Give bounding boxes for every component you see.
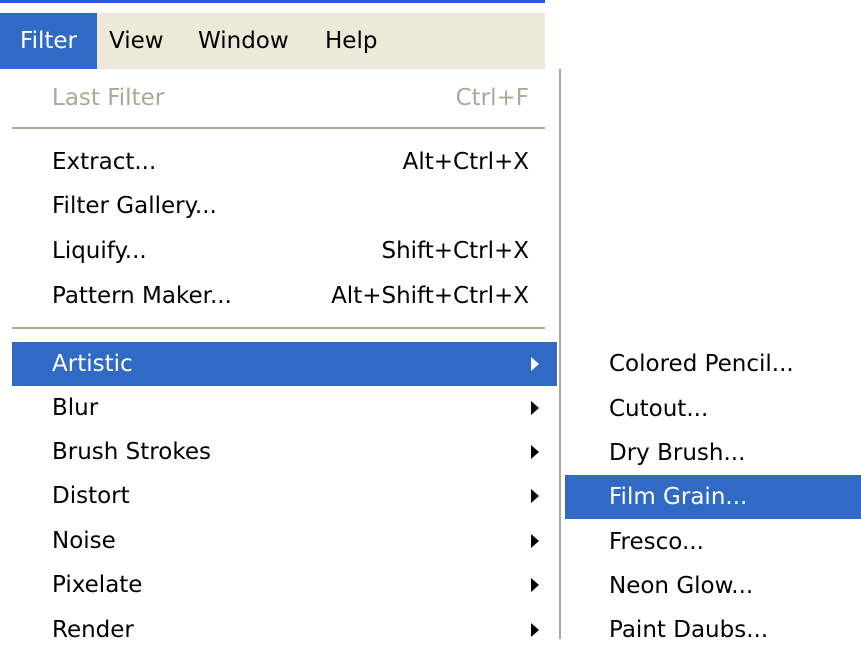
last-filter-shortcut: Ctrl+F <box>455 85 529 111</box>
neon-glow-label: Neon Glow... <box>609 573 754 599</box>
window-top-edge <box>0 0 545 13</box>
submenu-arrow-icon <box>531 445 539 459</box>
menu-item-pattern-maker[interactable]: Pattern Maker... Alt+Shift+Ctrl+X <box>12 274 557 318</box>
distort-label: Distort <box>52 483 130 509</box>
menu-view-label: View <box>109 28 164 54</box>
menu-separator <box>12 327 545 329</box>
pattern-maker-shortcut: Alt+Shift+Ctrl+X <box>331 283 529 309</box>
last-filter-label: Last Filter <box>52 85 165 111</box>
menu-item-distort[interactable]: Distort <box>12 474 557 518</box>
menu-item-render[interactable]: Render <box>12 608 557 652</box>
colored-pencil-label: Colored Pencil... <box>609 351 794 377</box>
dry-brush-label: Dry Brush... <box>609 440 746 466</box>
submenu-item-colored-pencil[interactable]: Colored Pencil... <box>565 342 861 386</box>
cutout-label: Cutout... <box>609 396 709 422</box>
fresco-label: Fresco... <box>609 529 704 555</box>
menu-item-blur[interactable]: Blur <box>12 386 557 430</box>
menu-view[interactable]: View <box>109 13 164 69</box>
menu-item-filter-gallery[interactable]: Filter Gallery... <box>12 184 557 228</box>
liquify-shortcut: Shift+Ctrl+X <box>381 238 529 264</box>
menu-window[interactable]: Window <box>198 13 289 69</box>
submenu-item-dry-brush[interactable]: Dry Brush... <box>565 431 861 475</box>
menu-window-label: Window <box>198 28 289 54</box>
menu-item-noise[interactable]: Noise <box>12 519 557 563</box>
submenu-arrow-icon <box>531 578 539 592</box>
pattern-maker-label: Pattern Maker... <box>52 283 232 309</box>
submenu-arrow-icon <box>531 623 539 637</box>
film-grain-label: Film Grain... <box>609 484 748 510</box>
submenu-item-paint-daubs[interactable]: Paint Daubs... <box>565 608 861 652</box>
submenu-item-film-grain[interactable]: Film Grain... <box>565 475 861 519</box>
menu-item-liquify[interactable]: Liquify... Shift+Ctrl+X <box>12 229 557 273</box>
menu-filter[interactable]: Filter <box>0 13 97 69</box>
submenu-arrow-icon <box>531 489 539 503</box>
brush-strokes-label: Brush Strokes <box>52 439 211 465</box>
filter-gallery-label: Filter Gallery... <box>52 193 217 219</box>
render-label: Render <box>52 617 134 643</box>
menu-help[interactable]: Help <box>325 13 377 69</box>
menu-item-extract[interactable]: Extract... Alt+Ctrl+X <box>12 140 557 184</box>
blur-label: Blur <box>52 395 99 421</box>
artistic-submenu: Colored Pencil... Cutout... Dry Brush...… <box>561 340 861 643</box>
submenu-arrow-icon <box>531 534 539 548</box>
menu-help-label: Help <box>325 28 378 54</box>
paint-daubs-label: Paint Daubs... <box>609 617 769 643</box>
menu-separator <box>12 127 545 129</box>
menu-item-last-filter[interactable]: Last Filter Ctrl+F <box>12 76 557 120</box>
extract-shortcut: Alt+Ctrl+X <box>402 149 529 175</box>
submenu-item-fresco[interactable]: Fresco... <box>565 520 861 564</box>
pixelate-label: Pixelate <box>52 572 143 598</box>
filter-dropdown-menu: Last Filter Ctrl+F Extract... Alt+Ctrl+X… <box>0 69 561 643</box>
menu-item-pixelate[interactable]: Pixelate <box>12 563 557 607</box>
submenu-arrow-icon <box>531 357 539 371</box>
menu-filter-label: Filter <box>20 28 77 54</box>
menu-item-brush-strokes[interactable]: Brush Strokes <box>12 430 557 474</box>
submenu-item-cutout[interactable]: Cutout... <box>565 387 861 431</box>
menu-item-artistic[interactable]: Artistic <box>12 342 557 386</box>
noise-label: Noise <box>52 528 116 554</box>
liquify-label: Liquify... <box>52 238 147 264</box>
submenu-arrow-icon <box>531 401 539 415</box>
extract-label: Extract... <box>52 149 157 175</box>
submenu-item-neon-glow[interactable]: Neon Glow... <box>565 564 861 608</box>
artistic-label: Artistic <box>52 351 133 377</box>
menu-bar: Filter View Window Help <box>0 13 545 70</box>
